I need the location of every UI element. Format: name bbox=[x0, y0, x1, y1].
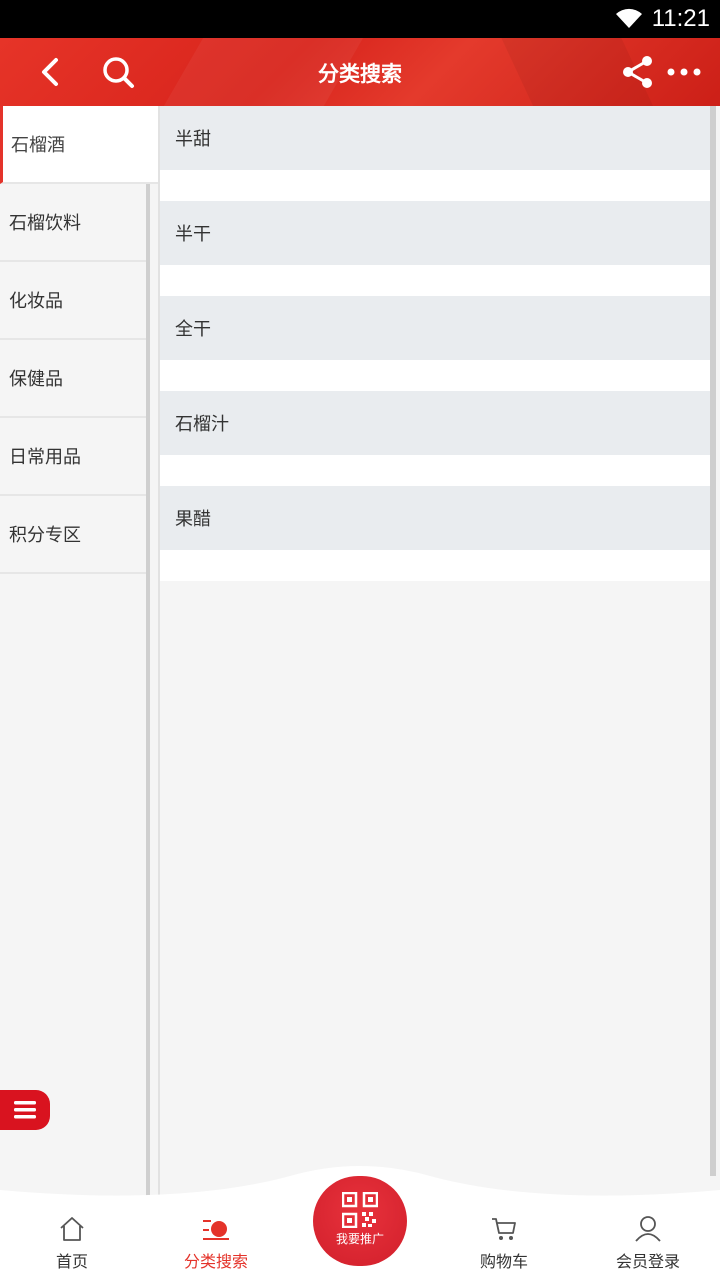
subcategory-label: 半干 bbox=[175, 224, 211, 245]
promote-button[interactable]: 我要推广 bbox=[313, 1176, 407, 1266]
category-label: 化妆品 bbox=[9, 291, 63, 312]
tab-label: 购物车 bbox=[479, 1252, 528, 1271]
category-item-daily[interactable]: 日常用品 bbox=[0, 418, 146, 496]
cart-icon bbox=[492, 1218, 516, 1240]
tab-login[interactable]: 会员登录 bbox=[576, 1198, 720, 1280]
qr-code-icon bbox=[342, 1192, 378, 1228]
user-icon bbox=[635, 1216, 661, 1242]
wifi-icon bbox=[616, 8, 642, 28]
subcategory-label: 半甜 bbox=[175, 129, 211, 150]
category-label: 石榴酒 bbox=[11, 135, 65, 156]
app-header: 分类搜索 bbox=[0, 38, 720, 106]
category-item-cosmetics[interactable]: 化妆品 bbox=[0, 262, 146, 340]
scrollbar[interactable] bbox=[710, 106, 716, 1176]
subcategory-item[interactable]: 果醋 bbox=[160, 486, 712, 550]
category-item-health[interactable]: 保健品 bbox=[0, 340, 146, 418]
category-label: 保健品 bbox=[9, 369, 63, 390]
subcategory-label: 石榴汁 bbox=[175, 414, 229, 435]
subcategory-item[interactable]: 半甜 bbox=[160, 106, 712, 170]
menu-icon bbox=[14, 1101, 36, 1119]
subcategory-list: 半甜 半干 全干 石榴汁 果醋 bbox=[158, 106, 712, 1201]
tab-label: 分类搜索 bbox=[183, 1252, 248, 1271]
subcategory-label: 果醋 bbox=[175, 509, 211, 530]
subcategory-item[interactable]: 全干 bbox=[160, 296, 712, 360]
share-icon bbox=[623, 56, 652, 88]
tab-category[interactable]: 分类搜索 bbox=[144, 1198, 288, 1280]
home-icon bbox=[60, 1217, 84, 1241]
tab-label: 首页 bbox=[55, 1252, 88, 1271]
share-button[interactable] bbox=[618, 52, 658, 92]
category-item-drinks[interactable]: 石榴饮料 bbox=[0, 184, 146, 262]
float-menu-button[interactable] bbox=[0, 1090, 50, 1130]
page-title: 分类搜索 bbox=[318, 62, 402, 86]
category-icon bbox=[203, 1220, 229, 1240]
subcategory-item[interactable]: 石榴汁 bbox=[160, 391, 712, 455]
subcategory-item[interactable]: 半干 bbox=[160, 201, 712, 265]
category-label: 石榴饮料 bbox=[9, 213, 81, 234]
status-time: 11:21 bbox=[651, 5, 710, 32]
category-sidebar: 石榴酒 石榴饮料 化妆品 保健品 日常用品 积分专区 bbox=[0, 106, 158, 1201]
category-item-wine[interactable]: 石榴酒 bbox=[0, 106, 158, 184]
bottom-tabbar: 首页 分类搜索 我要推广 购物车 会员登录 bbox=[0, 1166, 720, 1280]
category-label: 积分专区 bbox=[9, 525, 81, 546]
more-icon bbox=[667, 68, 701, 76]
tab-label: 会员登录 bbox=[615, 1252, 680, 1271]
promote-label: 我要推广 bbox=[335, 1232, 384, 1246]
category-label: 日常用品 bbox=[9, 447, 81, 468]
category-item-points[interactable]: 积分专区 bbox=[0, 496, 146, 574]
status-bar: 11:21 bbox=[0, 0, 720, 38]
tab-cart[interactable]: 购物车 bbox=[432, 1198, 576, 1280]
subcategory-label: 全干 bbox=[175, 319, 211, 340]
tab-home[interactable]: 首页 bbox=[0, 1198, 144, 1280]
more-button[interactable] bbox=[664, 52, 704, 92]
